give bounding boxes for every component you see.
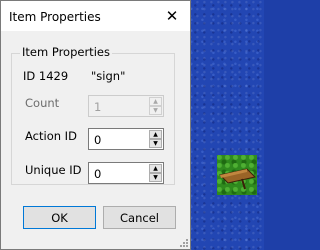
action-id-label: Action ID xyxy=(25,129,77,143)
spin-down-icon[interactable]: ▼ xyxy=(149,173,162,182)
dialog-title: Item Properties xyxy=(9,10,101,24)
unique-id-spin-arrows[interactable]: ▲ ▼ xyxy=(149,164,162,182)
action-id-spinbox[interactable]: 0 ▲ ▼ xyxy=(88,128,164,150)
spin-up-icon: ▲ xyxy=(149,97,162,106)
map-sign-tile[interactable] xyxy=(217,155,257,195)
sign-icon xyxy=(219,168,256,190)
unique-id-value[interactable]: 0 xyxy=(94,167,101,181)
unique-id-label: Unique ID xyxy=(25,163,82,177)
resize-grip-icon[interactable] xyxy=(180,239,188,247)
count-value: 1 xyxy=(94,100,102,114)
count-spin-arrows: ▲ ▼ xyxy=(149,97,162,115)
action-id-value[interactable]: 0 xyxy=(94,133,101,147)
spin-down-icon[interactable]: ▼ xyxy=(149,139,162,148)
title-bar: Item Properties ✕ xyxy=(1,1,190,31)
close-button[interactable]: ✕ xyxy=(154,1,190,31)
spin-down-icon: ▼ xyxy=(149,106,162,115)
item-name-label: "sign" xyxy=(91,69,126,83)
spin-up-icon[interactable]: ▲ xyxy=(149,164,162,173)
item-id-label: ID 1429 xyxy=(23,69,69,83)
item-properties-dialog: Item Properties ✕ Item Properties ID 142… xyxy=(0,0,191,250)
spin-up-icon[interactable]: ▲ xyxy=(149,130,162,139)
cancel-button[interactable]: Cancel xyxy=(103,206,176,229)
group-legend: Item Properties xyxy=(20,45,112,59)
action-id-spin-arrows[interactable]: ▲ ▼ xyxy=(149,130,162,148)
count-label: Count xyxy=(25,96,60,110)
unique-id-spinbox[interactable]: 0 ▲ ▼ xyxy=(88,162,164,184)
close-icon: ✕ xyxy=(165,7,179,25)
ok-button[interactable]: OK xyxy=(23,206,96,229)
count-spinbox: 1 ▲ ▼ xyxy=(88,95,164,117)
